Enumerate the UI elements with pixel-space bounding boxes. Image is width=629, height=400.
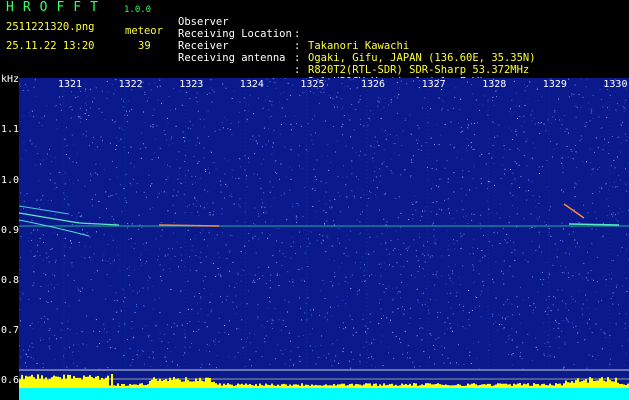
x-tick-label: 1328 — [482, 79, 507, 90]
x-tick-label: 1321 — [58, 79, 83, 90]
spectrogram-background — [19, 78, 629, 400]
file-name: 2511221320.png — [6, 21, 95, 33]
header-panel: HROFFT 1.0.0 2511221320.png 25.11.22 13:… — [0, 0, 629, 88]
y-tick-label: 0.7 — [1, 325, 20, 336]
x-tick-label: 1330 — [603, 79, 628, 90]
y-tick-label: 1.1 — [1, 124, 20, 135]
info-value: R820T2(RTL-SDR) SDR-Sharp 53.372MHz — [308, 64, 530, 76]
info-value: Ogaki, Gifu, JAPAN (136.60E, 35.35N) — [308, 52, 536, 64]
x-tick-label: 1329 — [542, 79, 567, 90]
x-tick-label: 1323 — [179, 79, 204, 90]
date-time: 25.11.22 13:20 — [6, 40, 95, 52]
app-title: HROFFT — [6, 0, 107, 15]
info-value: Takanori Kawachi — [308, 40, 410, 52]
x-tick-label: 1325 — [300, 79, 325, 90]
meteor-label: meteor — [125, 25, 163, 37]
x-tick-label: 1326 — [361, 79, 386, 90]
info-colon: : — [294, 64, 301, 76]
info-key: Receiving antenna — [178, 52, 286, 64]
app-version: 1.0.0 — [124, 5, 152, 15]
x-tick-label: 1324 — [239, 79, 264, 90]
x-tick-label: 1322 — [118, 79, 143, 90]
y-tick-label: 0.6 — [1, 375, 20, 386]
x-tick-label: 1327 — [421, 79, 446, 90]
spectrogram — [19, 78, 629, 400]
y-tick-label: 0.8 — [1, 275, 20, 286]
y-axis-unit: kHz — [1, 74, 20, 85]
y-tick-label: 1.0 — [1, 175, 20, 186]
y-tick-label: 0.9 — [1, 225, 20, 236]
meteor-count: 39 — [138, 40, 151, 52]
